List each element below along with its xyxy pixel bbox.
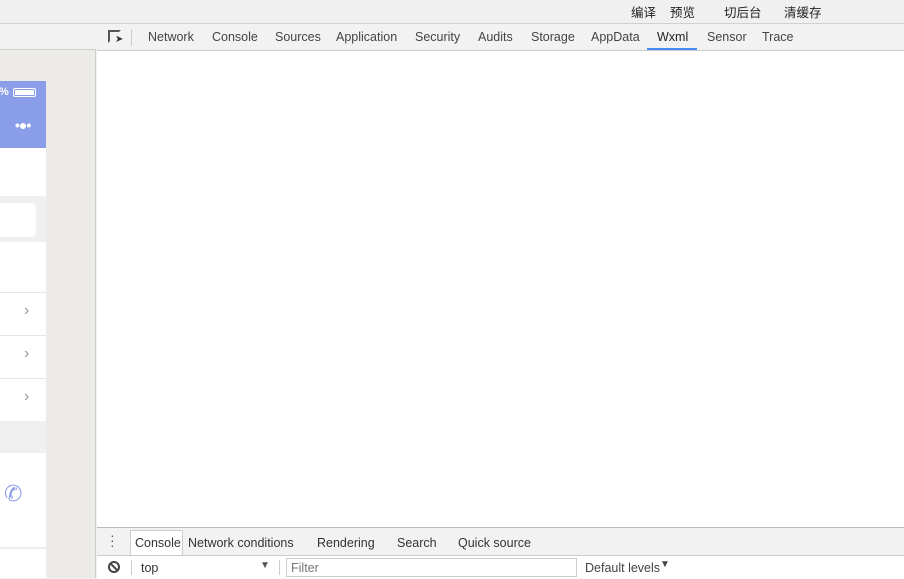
divider bbox=[131, 29, 132, 46]
tab-storage[interactable]: Storage bbox=[531, 30, 575, 44]
chevron-right-icon: › bbox=[24, 388, 30, 405]
clear-console-icon[interactable] bbox=[108, 561, 120, 573]
simulator-header bbox=[0, 24, 96, 50]
more-icon[interactable]: •●• bbox=[15, 117, 31, 133]
devtools-tabbar: ➤ Network Console Sources Application Se… bbox=[97, 24, 904, 51]
preview-button[interactable]: 预览 bbox=[670, 2, 695, 21]
list-item[interactable]: › bbox=[0, 335, 46, 378]
search-area bbox=[0, 196, 46, 242]
divider bbox=[131, 560, 132, 575]
tab-wxml[interactable]: Wxml bbox=[657, 30, 688, 44]
context-dropdown-icon[interactable]: ▼ bbox=[260, 560, 270, 571]
battery-icon bbox=[13, 88, 36, 97]
tab-security[interactable]: Security bbox=[415, 30, 460, 44]
drawer-tab-rendering[interactable]: Rendering bbox=[317, 536, 375, 550]
active-tab-indicator bbox=[647, 48, 697, 50]
tab-appdata[interactable]: AppData bbox=[591, 30, 640, 44]
filter-input[interactable] bbox=[286, 558, 577, 577]
tab-network[interactable]: Network bbox=[148, 30, 194, 44]
tab-audits[interactable]: Audits bbox=[478, 30, 513, 44]
compile-button[interactable]: 编译 bbox=[631, 2, 656, 21]
phone-icon[interactable]: ✆ bbox=[4, 481, 22, 507]
tab-console[interactable]: Console bbox=[212, 30, 258, 44]
console-toolbar: top ▼ Default levels ▼ bbox=[97, 555, 904, 579]
background-button[interactable]: 切后台 bbox=[724, 2, 762, 21]
top-toolbar: 编译 预览 切后台 清缓存 bbox=[0, 0, 904, 24]
drawer-tab-quick-source[interactable]: Quick source bbox=[458, 536, 531, 550]
drawer-menu-icon[interactable]: · · · bbox=[110, 528, 115, 552]
drawer-tab-network-conditions[interactable]: Network conditions bbox=[188, 536, 294, 550]
chevron-right-icon: › bbox=[24, 302, 30, 319]
phone-screen: % •●• › › › ✆ bbox=[0, 81, 46, 578]
console-drawer: · · · Console Network conditions Rendering… bbox=[97, 527, 904, 579]
list-item[interactable]: › bbox=[0, 292, 46, 335]
battery-percent: % bbox=[0, 86, 9, 98]
divider bbox=[0, 547, 46, 549]
divider bbox=[279, 560, 280, 575]
tab-trace[interactable]: Trace bbox=[762, 30, 794, 44]
chevron-right-icon: › bbox=[24, 345, 30, 362]
drawer-tab-search[interactable]: Search bbox=[397, 536, 437, 550]
levels-dropdown-icon[interactable]: ▼ bbox=[660, 559, 670, 570]
cursor-icon: ➤ bbox=[115, 34, 124, 45]
log-levels-select[interactable]: Default levels bbox=[585, 561, 660, 575]
context-select[interactable]: top bbox=[141, 561, 158, 575]
list-item[interactable]: › bbox=[0, 378, 46, 421]
wxml-panel bbox=[97, 51, 904, 527]
tab-application[interactable]: Application bbox=[336, 30, 397, 44]
clear-cache-button[interactable]: 清缓存 bbox=[784, 2, 822, 21]
tab-sensor[interactable]: Sensor bbox=[707, 30, 747, 44]
search-input[interactable] bbox=[0, 203, 36, 237]
section-gap bbox=[0, 421, 46, 453]
drawer-tab-console[interactable]: Console bbox=[135, 536, 181, 550]
nav-bar: % •●• bbox=[0, 81, 46, 148]
tab-sources[interactable]: Sources bbox=[275, 30, 321, 44]
